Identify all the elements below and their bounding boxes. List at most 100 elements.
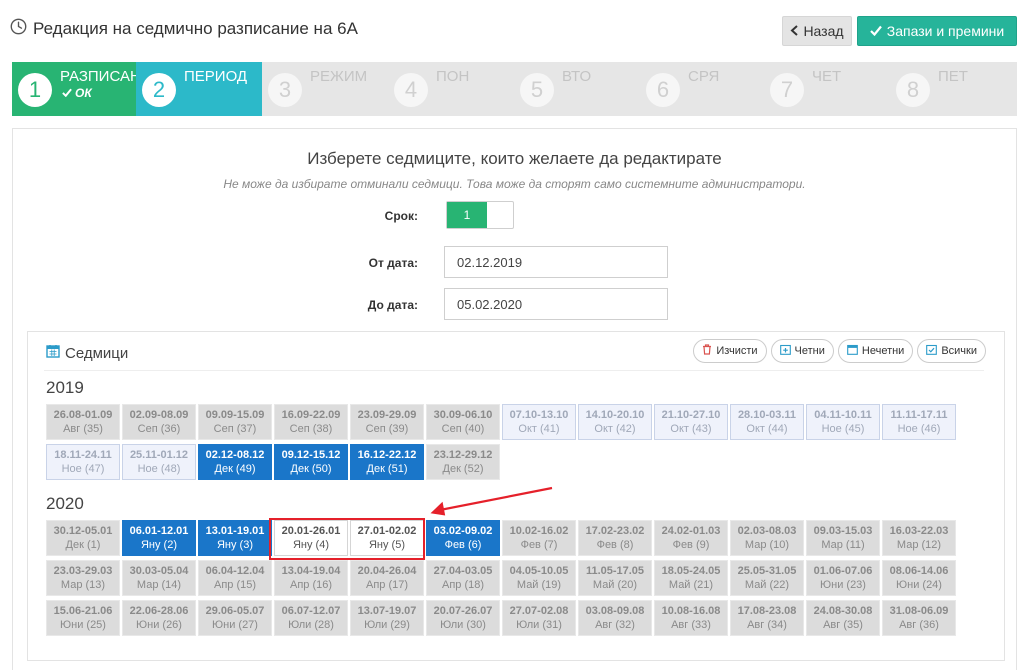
week-cell[interactable]: 30.12-05.01 Дек (1) bbox=[46, 520, 120, 556]
week-cell[interactable]: 25.05-31.05 Май (22) bbox=[730, 560, 804, 596]
week-cell[interactable]: 11.11-17.11 Ное (46) bbox=[882, 404, 956, 440]
step-status: ОК bbox=[62, 86, 92, 100]
week-month-number: Авг (32) bbox=[595, 619, 635, 631]
week-cell[interactable]: 16.03-22.03 Мар (12) bbox=[882, 520, 956, 556]
week-month-number: Мар (12) bbox=[896, 539, 942, 551]
week-cell[interactable]: 15.06-21.06 Юни (25) bbox=[46, 600, 120, 636]
week-cell[interactable]: 25.11-01.12 Ное (48) bbox=[122, 444, 196, 480]
week-cell[interactable]: 10.02-16.02 Фев (7) bbox=[502, 520, 576, 556]
week-cell[interactable]: 24.02-01.03 Фев (9) bbox=[654, 520, 728, 556]
week-cell[interactable]: 20.04-26.04 Апр (17) bbox=[350, 560, 424, 596]
term-toggle[interactable]: 1 bbox=[446, 201, 514, 229]
week-cell[interactable]: 10.08-16.08 Авг (33) bbox=[654, 600, 728, 636]
week-cell[interactable]: 09.09-15.09 Сеп (37) bbox=[198, 404, 272, 440]
week-cell[interactable]: 18.05-24.05 Май (21) bbox=[654, 560, 728, 596]
odd-weeks-button[interactable]: Нечетни bbox=[837, 339, 914, 363]
week-cell[interactable]: 04.05-10.05 Май (19) bbox=[502, 560, 576, 596]
week-cell[interactable]: 03.02-09.02 Фев (6) bbox=[426, 520, 500, 556]
week-dates: 22.06-28.06 bbox=[129, 605, 189, 617]
to-date-input[interactable] bbox=[444, 288, 668, 320]
wizard-steps: 1 РАЗПИСАН ОК 2 ПЕРИОД 3 РЕЖИМ 4 ПОН 5 В… bbox=[12, 62, 1017, 116]
step-friday[interactable]: 8 ПЕТ bbox=[890, 62, 1017, 116]
even-weeks-button[interactable]: Четни bbox=[770, 339, 834, 363]
week-month-number: Юни (24) bbox=[896, 579, 942, 591]
week-cell[interactable]: 13.01-19.01 Яну (3) bbox=[198, 520, 272, 556]
week-cell[interactable]: 06.07-12.07 Юли (28) bbox=[274, 600, 348, 636]
week-month-number: Фев (8) bbox=[596, 539, 634, 551]
week-cell[interactable]: 14.10-20.10 Окт (42) bbox=[578, 404, 652, 440]
week-month-number: Дек (52) bbox=[442, 463, 484, 475]
week-cell[interactable]: 09.12-15.12 Дек (50) bbox=[274, 444, 348, 480]
week-month-number: Май (20) bbox=[592, 579, 638, 591]
step-thursday[interactable]: 7 ЧЕТ bbox=[764, 62, 890, 116]
week-cell[interactable]: 20.01-26.01 Яну (4) bbox=[274, 520, 348, 556]
week-cell[interactable]: 08.06-14.06 Юни (24) bbox=[882, 560, 956, 596]
week-cell[interactable]: 17.02-23.02 Фев (8) bbox=[578, 520, 652, 556]
step-wednesday[interactable]: 6 СРЯ bbox=[640, 62, 764, 116]
week-dates: 13.04-19.04 bbox=[281, 565, 341, 577]
week-cell[interactable]: 09.03-15.03 Мар (11) bbox=[806, 520, 880, 556]
week-cell[interactable]: 30.03-05.04 Мар (14) bbox=[122, 560, 196, 596]
step-monday[interactable]: 4 ПОН bbox=[388, 62, 514, 116]
week-month-number: Ное (48) bbox=[137, 463, 181, 475]
from-date-input[interactable] bbox=[444, 246, 668, 278]
week-cell[interactable]: 16.09-22.09 Сеп (38) bbox=[274, 404, 348, 440]
week-month-number: Авг (35) bbox=[823, 619, 863, 631]
step-label: РЕЖИМ bbox=[310, 68, 368, 85]
week-cell[interactable]: 16.12-22.12 Дек (51) bbox=[350, 444, 424, 480]
week-cell[interactable]: 23.03-29.03 Мар (13) bbox=[46, 560, 120, 596]
all-weeks-button[interactable]: Всички bbox=[917, 339, 986, 363]
week-cell[interactable]: 23.09-29.09 Сеп (39) bbox=[350, 404, 424, 440]
week-cell[interactable]: 20.07-26.07 Юли (30) bbox=[426, 600, 500, 636]
week-month-number: Яну (3) bbox=[216, 539, 254, 551]
week-month-number: Мар (13) bbox=[60, 579, 106, 591]
week-cell[interactable]: 30.09-06.10 Сеп (40) bbox=[426, 404, 500, 440]
year-heading-2019: 2019 bbox=[46, 378, 84, 397]
week-cell[interactable]: 27.04-03.05 Апр (18) bbox=[426, 560, 500, 596]
step-period[interactable]: 2 ПЕРИОД bbox=[136, 62, 262, 116]
panel-heading: Изберете седмиците, които желаете да ред… bbox=[307, 149, 722, 168]
week-cell[interactable]: 13.04-19.04 Апр (16) bbox=[274, 560, 348, 596]
week-dates: 26.08-01.09 bbox=[53, 409, 113, 421]
week-dates: 18.05-24.05 bbox=[661, 565, 721, 577]
calendar-icon bbox=[46, 344, 60, 362]
week-dates: 10.08-16.08 bbox=[661, 605, 721, 617]
week-cell[interactable]: 02.09-08.09 Сеп (36) bbox=[122, 404, 196, 440]
week-month-number: Окт (41) bbox=[518, 423, 560, 435]
week-cell[interactable]: 18.11-24.11 Ное (47) bbox=[46, 444, 120, 480]
week-cell[interactable]: 27.07-02.08 Юли (31) bbox=[502, 600, 576, 636]
week-cell[interactable]: 23.12-29.12 Дек (52) bbox=[426, 444, 500, 480]
week-cell[interactable]: 22.06-28.06 Юни (26) bbox=[122, 600, 196, 636]
week-cell[interactable]: 02.03-08.03 Мар (10) bbox=[730, 520, 804, 556]
week-cell[interactable]: 26.08-01.09 Авг (35) bbox=[46, 404, 120, 440]
week-cell[interactable]: 13.07-19.07 Юли (29) bbox=[350, 600, 424, 636]
week-cell[interactable]: 04.11-10.11 Ное (45) bbox=[806, 404, 880, 440]
week-cell[interactable]: 31.08-06.09 Авг (36) bbox=[882, 600, 956, 636]
week-cell[interactable]: 06.04-12.04 Апр (15) bbox=[198, 560, 272, 596]
week-month-number: Окт (44) bbox=[746, 423, 788, 435]
week-cell[interactable]: 29.06-05.07 Юни (27) bbox=[198, 600, 272, 636]
week-cell[interactable]: 03.08-09.08 Авг (32) bbox=[578, 600, 652, 636]
step-tuesday[interactable]: 5 ВТО bbox=[514, 62, 640, 116]
week-cell[interactable]: 01.06-07.06 Юни (23) bbox=[806, 560, 880, 596]
save-and-next-button[interactable]: Запази и премини bbox=[857, 16, 1017, 46]
week-dates: 27.07-02.08 bbox=[509, 605, 569, 617]
week-cell[interactable]: 11.05-17.05 Май (20) bbox=[578, 560, 652, 596]
week-cell[interactable]: 27.01-02.02 Яну (5) bbox=[350, 520, 424, 556]
week-dates: 13.01-19.01 bbox=[205, 525, 265, 537]
week-cell[interactable]: 06.01-12.01 Яну (2) bbox=[122, 520, 196, 556]
week-cell[interactable]: 02.12-08.12 Дек (49) bbox=[198, 444, 272, 480]
week-month-number: Дек (51) bbox=[366, 463, 408, 475]
back-button[interactable]: Назад bbox=[782, 16, 852, 46]
week-cell[interactable]: 24.08-30.08 Авг (35) bbox=[806, 600, 880, 636]
clear-button[interactable]: Изчисти bbox=[693, 339, 767, 363]
week-cell[interactable]: 21.10-27.10 Окт (43) bbox=[654, 404, 728, 440]
page-title-text: Редакция на седмично разписание на 6А bbox=[33, 19, 358, 38]
step-schedule[interactable]: 1 РАЗПИСАН ОК bbox=[12, 62, 136, 116]
weeks-title: Седмици bbox=[65, 344, 129, 362]
term-label: Срок: bbox=[384, 209, 418, 223]
step-mode[interactable]: 3 РЕЖИМ bbox=[262, 62, 388, 116]
week-cell[interactable]: 28.10-03.11 Окт (44) bbox=[730, 404, 804, 440]
week-cell[interactable]: 17.08-23.08 Авг (34) bbox=[730, 600, 804, 636]
week-cell[interactable]: 07.10-13.10 Окт (41) bbox=[502, 404, 576, 440]
